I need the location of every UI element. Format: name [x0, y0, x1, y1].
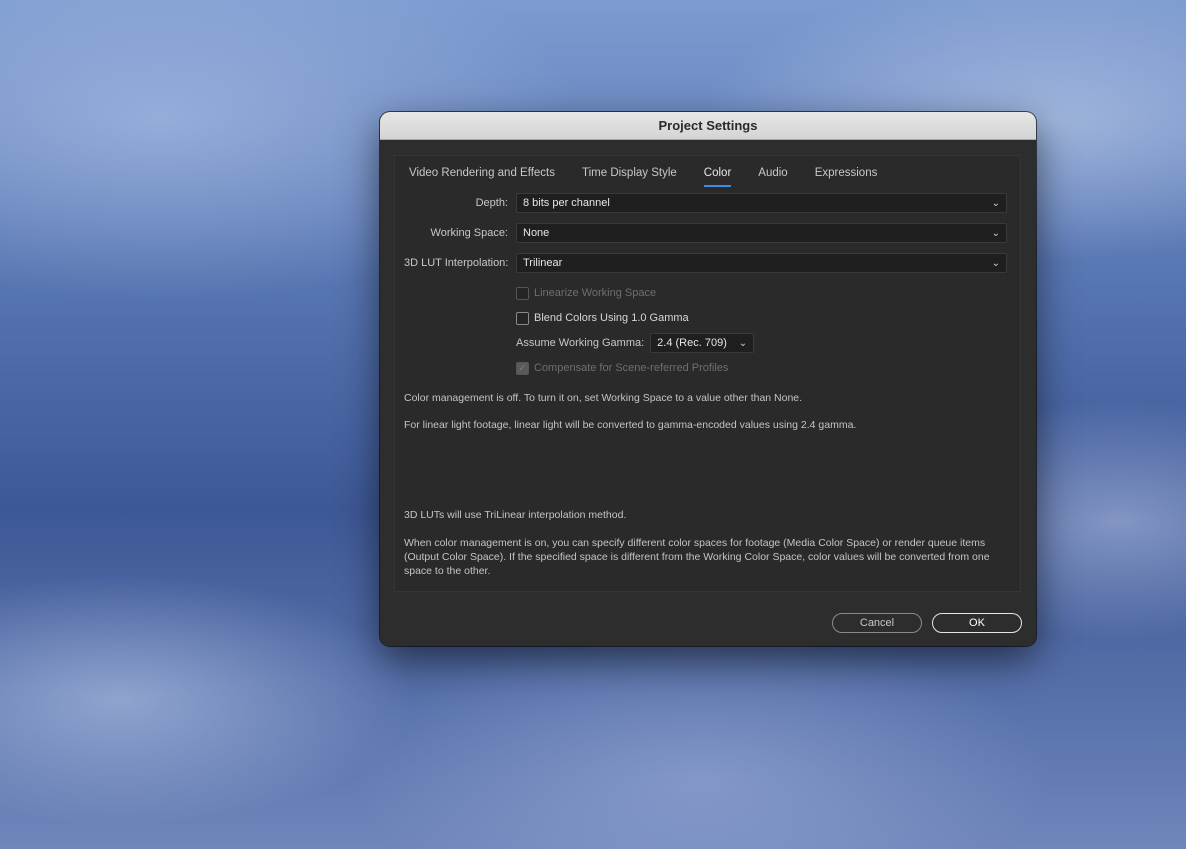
depth-dropdown[interactable]: 8 bits per channel ⌄ — [516, 193, 1007, 213]
lut-method-note: 3D LUTs will use TriLinear interpolation… — [404, 509, 627, 521]
chevron-down-icon: ⌄ — [991, 227, 1000, 239]
chevron-down-icon: ⌄ — [991, 197, 1000, 209]
lut-interpolation-value: Trilinear — [523, 257, 563, 269]
tab-time-display[interactable]: Time Display Style — [582, 164, 677, 188]
tab-bar: Video Rendering and Effects Time Display… — [409, 164, 904, 188]
dialog-title: Project Settings — [658, 118, 758, 133]
cancel-button[interactable]: Cancel — [832, 613, 922, 633]
working-space-value: None — [523, 227, 550, 239]
depth-label: Depth: — [475, 197, 508, 209]
blend-label[interactable]: Blend Colors Using 1.0 Gamma — [534, 312, 689, 324]
chevron-down-icon: ⌄ — [991, 257, 1000, 269]
working-space-label: Working Space: — [430, 227, 508, 239]
blend-checkbox-row[interactable]: Blend Colors Using 1.0 Gamma — [516, 310, 689, 326]
tab-color[interactable]: Color — [703, 164, 732, 188]
project-settings-dialog: Project Settings Video Rendering and Eff… — [380, 112, 1036, 646]
working-gamma-dropdown[interactable]: 2.4 (Rec. 709) ⌄ — [650, 333, 755, 353]
tab-video-rendering[interactable]: Video Rendering and Effects — [409, 164, 555, 188]
linearize-checkbox — [516, 286, 529, 300]
color-management-on-note: When color management is on, you can spe… — [404, 537, 990, 577]
working-gamma-value: 2.4 (Rec. 709) — [657, 337, 727, 349]
linear-light-note: For linear light footage, linear light w… — [404, 419, 857, 431]
tab-expressions[interactable]: Expressions — [815, 164, 878, 188]
color-settings-panel: Video Rendering and Effects Time Display… — [394, 155, 1021, 592]
lut-interpolation-row: 3D LUT Interpolation: Trilinear ⌄ — [404, 253, 1007, 273]
dialog-titlebar[interactable]: Project Settings — [380, 112, 1036, 140]
linearize-checkbox-row: Linearize Working Space — [516, 285, 656, 301]
depth-row: Depth: 8 bits per channel ⌄ — [404, 193, 1007, 213]
working-gamma-label: Assume Working Gamma: — [516, 337, 645, 349]
lut-interpolation-label: 3D LUT Interpolation: — [404, 257, 509, 269]
linearize-label: Linearize Working Space — [534, 287, 657, 299]
working-space-dropdown[interactable]: None ⌄ — [516, 223, 1007, 243]
working-gamma-row: Assume Working Gamma: 2.4 (Rec. 709) ⌄ — [516, 333, 755, 353]
tab-audio[interactable]: Audio — [758, 164, 787, 188]
color-management-off-note: Color management is off. To turn it on, … — [404, 392, 803, 404]
compensate-checkbox: ✓ — [516, 361, 529, 375]
blend-checkbox[interactable] — [516, 311, 529, 325]
chevron-down-icon: ⌄ — [738, 337, 748, 349]
working-space-row: Working Space: None ⌄ — [404, 223, 1007, 243]
depth-value: 8 bits per channel — [523, 197, 610, 209]
checkmark-icon: ✓ — [518, 362, 527, 374]
compensate-label: Compensate for Scene-referred Profiles — [534, 362, 729, 374]
lut-interpolation-dropdown[interactable]: Trilinear ⌄ — [516, 253, 1007, 273]
compensate-checkbox-row: ✓ Compensate for Scene-referred Profiles — [516, 360, 728, 376]
ok-button[interactable]: OK — [932, 613, 1022, 633]
